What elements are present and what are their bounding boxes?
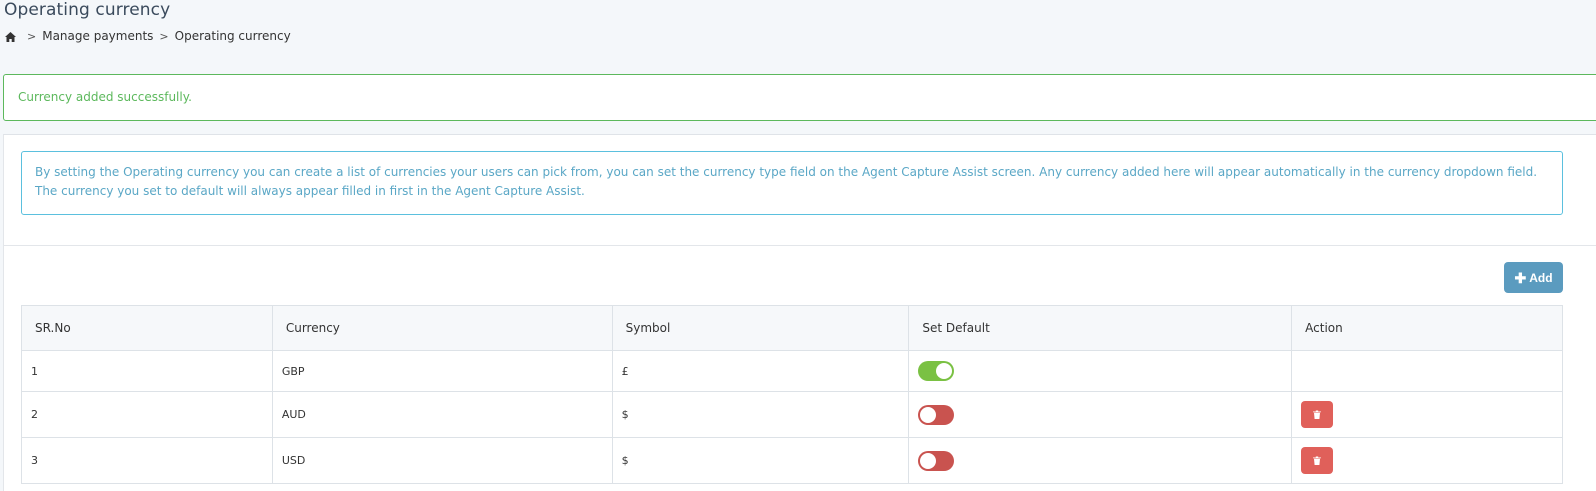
delete-button[interactable]	[1301, 401, 1334, 428]
breadcrumb: > Manage payments > Operating currency	[5, 29, 291, 43]
trash-icon	[1313, 456, 1322, 465]
table-row: 3 USD $	[21, 437, 1563, 484]
cell-action	[1291, 391, 1563, 438]
toggle-knob	[920, 406, 937, 423]
cell-currency: GBP	[271, 350, 613, 392]
table-row: 2 AUD $	[21, 391, 1563, 438]
breadcrumb-separator: >	[27, 29, 37, 43]
trash-icon	[1313, 410, 1322, 419]
cell-symbol: $	[611, 391, 910, 438]
delete-button[interactable]	[1301, 447, 1334, 474]
toggle-knob	[936, 363, 953, 379]
cell-sr-no: 3	[21, 437, 273, 484]
currency-table: SR.No Currency Symbol Set Default Action…	[21, 305, 1563, 484]
cell-action	[1291, 437, 1563, 484]
plus-icon: ✚	[1514, 269, 1527, 286]
cell-set-default	[908, 391, 1293, 438]
column-header-sr-no[interactable]: SR.No	[21, 305, 273, 351]
breadcrumb-item-manage-payments[interactable]: Manage payments	[42, 29, 153, 43]
default-toggle[interactable]	[918, 450, 955, 471]
divider	[4, 245, 1596, 246]
table-header-row: SR.No Currency Symbol Set Default Action	[21, 305, 1563, 351]
cell-set-default	[908, 350, 1293, 392]
column-header-action: Action	[1291, 305, 1563, 351]
breadcrumb-separator: >	[159, 29, 169, 43]
cell-symbol: $	[611, 437, 910, 484]
column-header-currency[interactable]: Currency	[271, 305, 613, 351]
home-icon[interactable]	[5, 31, 16, 42]
add-currency-button[interactable]: ✚ Add	[1504, 262, 1563, 293]
success-alert-message: Currency added successfully.	[18, 90, 192, 104]
add-button-label: Add	[1529, 270, 1553, 285]
cell-currency: AUD	[271, 391, 613, 438]
currency-panel: By setting the Operating currency you ca…	[3, 134, 1596, 491]
cell-set-default	[908, 437, 1293, 484]
default-toggle[interactable]	[918, 361, 955, 381]
default-toggle[interactable]	[918, 404, 955, 425]
page-title: Operating currency	[4, 0, 171, 20]
column-header-symbol[interactable]: Symbol	[611, 305, 910, 351]
cell-currency: USD	[271, 437, 613, 484]
cell-sr-no: 2	[21, 391, 273, 438]
info-box: By setting the Operating currency you ca…	[21, 151, 1563, 215]
toggle-knob	[920, 452, 937, 469]
breadcrumb-item-operating-currency: Operating currency	[174, 29, 291, 43]
cell-action	[1291, 350, 1563, 392]
cell-symbol: £	[611, 350, 910, 392]
cell-sr-no: 1	[21, 350, 273, 392]
success-alert: Currency added successfully.	[3, 74, 1596, 121]
info-text: By setting the Operating currency you ca…	[35, 165, 1538, 198]
table-row: 1 GBP £	[21, 350, 1563, 392]
column-header-set-default[interactable]: Set Default	[908, 305, 1293, 351]
